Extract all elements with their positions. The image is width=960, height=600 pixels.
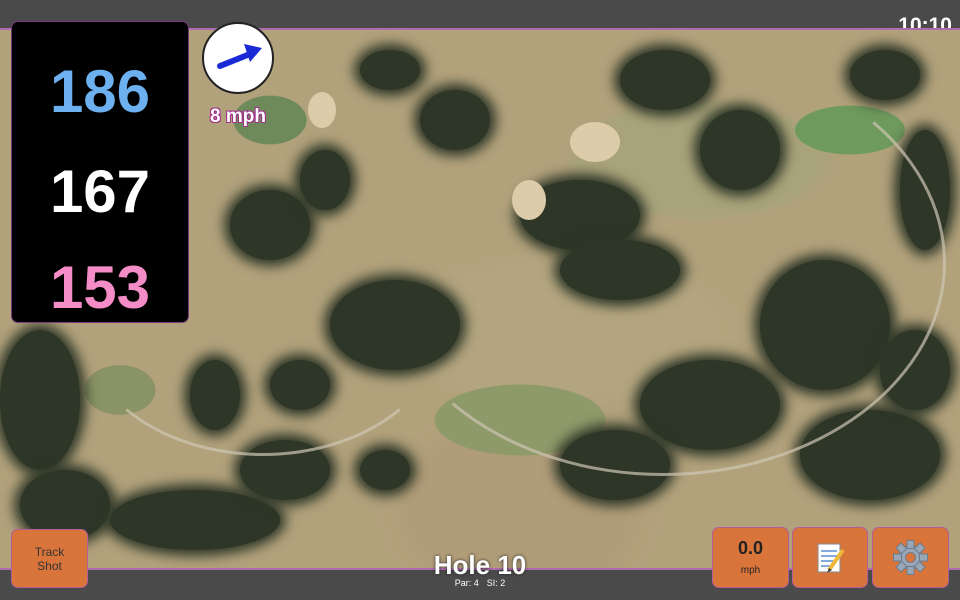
gear-icon xyxy=(893,540,928,575)
hole-par: Par: 4 xyxy=(454,578,479,588)
distance-back: 186 xyxy=(49,58,151,125)
track-shot-button[interactable]: Track Shot xyxy=(12,530,87,587)
notepad-icon xyxy=(817,543,845,573)
map-tree-cluster xyxy=(110,490,280,550)
distance-front: 153 xyxy=(49,254,151,321)
map-bunker xyxy=(308,92,336,128)
map-tree-cluster xyxy=(360,50,420,90)
hole-info: Par: 4 SI: 2 xyxy=(380,578,580,588)
track-shot-label-line2: Shot xyxy=(37,559,62,573)
map-tree-cluster xyxy=(850,50,920,100)
wind-indicator[interactable] xyxy=(202,22,274,94)
speed-button[interactable]: 0.0 mph xyxy=(713,528,788,587)
speed-value: 0.0 xyxy=(737,538,764,558)
hole-si: SI: 2 xyxy=(486,578,506,588)
map-tree-cluster xyxy=(360,450,410,490)
speed-unit: mph xyxy=(740,565,761,576)
map-cart-path xyxy=(380,50,946,476)
map-tree-cluster xyxy=(0,330,80,470)
settings-button[interactable] xyxy=(873,528,948,587)
track-shot-label-line1: Track xyxy=(34,545,65,559)
track-shot-label: Track Shot xyxy=(12,530,87,573)
hole-title: Hole 10 xyxy=(433,550,527,580)
distance-panel: 186 167 153 xyxy=(12,22,188,322)
wind-speed-label: 8 mph xyxy=(210,106,266,127)
distance-center: 167 xyxy=(49,158,151,225)
arrow-icon xyxy=(217,44,262,69)
notes-button[interactable] xyxy=(793,528,867,587)
